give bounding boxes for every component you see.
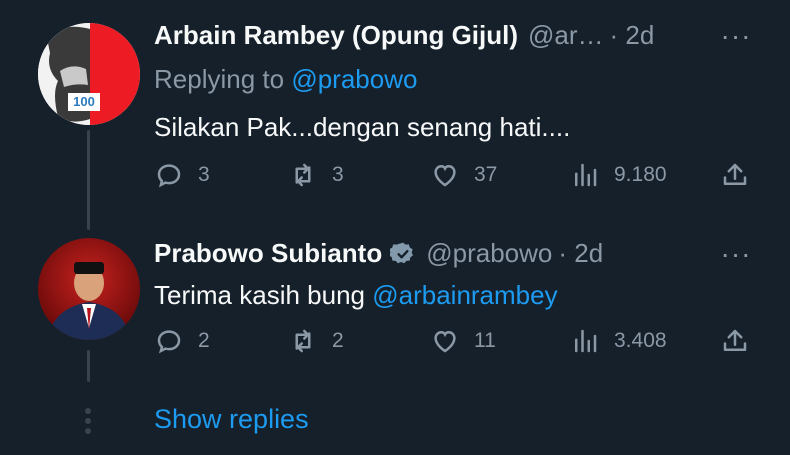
- share-button[interactable]: [720, 324, 764, 358]
- reply-count: 2: [198, 329, 210, 352]
- timestamp[interactable]: · 2d: [558, 238, 603, 269]
- more-options-icon[interactable]: ···: [720, 22, 752, 54]
- heart-icon: [434, 330, 456, 353]
- avatar-arbain[interactable]: 100: [38, 23, 140, 125]
- tweet-text: Silakan Pak...dengan senang hati....: [154, 112, 571, 142]
- tweet-header: Arbain Rambey (Opung Gijul) @ar… · 2d: [154, 20, 654, 51]
- views-chart-icon: [575, 329, 597, 353]
- like-count: 11: [474, 329, 496, 352]
- share-icon: [723, 163, 747, 185]
- thread-line: [87, 350, 90, 382]
- tweet-header: Prabowo Subianto @prabowo · 2d: [154, 238, 603, 269]
- retweet-icon: [295, 329, 311, 353]
- thread-continuation-dots-icon: [85, 408, 91, 438]
- display-name[interactable]: Prabowo Subianto: [154, 238, 382, 269]
- retweet-icon: [295, 163, 311, 187]
- heart-icon: [434, 164, 456, 187]
- like-button[interactable]: 37: [430, 158, 497, 192]
- replying-handle-link[interactable]: @prabowo: [291, 64, 417, 94]
- more-options-icon[interactable]: ···: [720, 240, 752, 272]
- views-chart-icon: [575, 163, 597, 187]
- avatar-badge-text: 100: [73, 94, 95, 109]
- views-count: 3.408: [614, 329, 667, 352]
- reply-count: 3: [198, 163, 210, 186]
- reply-icon: [157, 330, 181, 354]
- retweet-count: 2: [332, 329, 344, 352]
- reply-button[interactable]: 3: [154, 158, 210, 192]
- avatar-arbain-image: 100: [38, 23, 140, 125]
- retweet-button[interactable]: 3: [288, 158, 344, 192]
- avatar-prabowo[interactable]: [38, 238, 140, 340]
- share-icon: [723, 329, 747, 351]
- verified-badge-icon: [390, 242, 414, 263]
- show-replies-link[interactable]: Show replies: [154, 404, 309, 435]
- like-count: 37: [474, 163, 498, 186]
- tweet-actions: 3 3 37 9.180: [154, 158, 754, 192]
- replying-to: Replying to @prabowo: [154, 64, 417, 95]
- views-button[interactable]: 9.180: [570, 158, 667, 192]
- views-count: 9.180: [614, 163, 667, 186]
- tweet-text-body: Terima kasih bung: [154, 280, 365, 310]
- reply-button[interactable]: 2: [154, 324, 210, 358]
- tweet-actions: 2 2 11 3.408: [154, 324, 754, 358]
- replying-prefix: Replying to: [154, 64, 285, 94]
- avatar-prabowo-image: [38, 238, 140, 340]
- mention-link[interactable]: @arbainrambey: [372, 280, 557, 310]
- thread-line: [87, 130, 90, 230]
- handle[interactable]: @ar…: [528, 20, 604, 51]
- retweet-count: 3: [332, 163, 344, 186]
- retweet-button[interactable]: 2: [288, 324, 344, 358]
- display-name[interactable]: Arbain Rambey (Opung Gijul): [154, 20, 518, 51]
- handle[interactable]: @prabowo: [426, 238, 552, 269]
- like-button[interactable]: 11: [430, 324, 496, 358]
- share-button[interactable]: [720, 158, 764, 192]
- reply-icon: [157, 164, 181, 188]
- timestamp[interactable]: · 2d: [610, 20, 655, 51]
- tweet-text: Terima kasih bung @arbainrambey: [154, 280, 558, 311]
- views-button[interactable]: 3.408: [570, 324, 667, 358]
